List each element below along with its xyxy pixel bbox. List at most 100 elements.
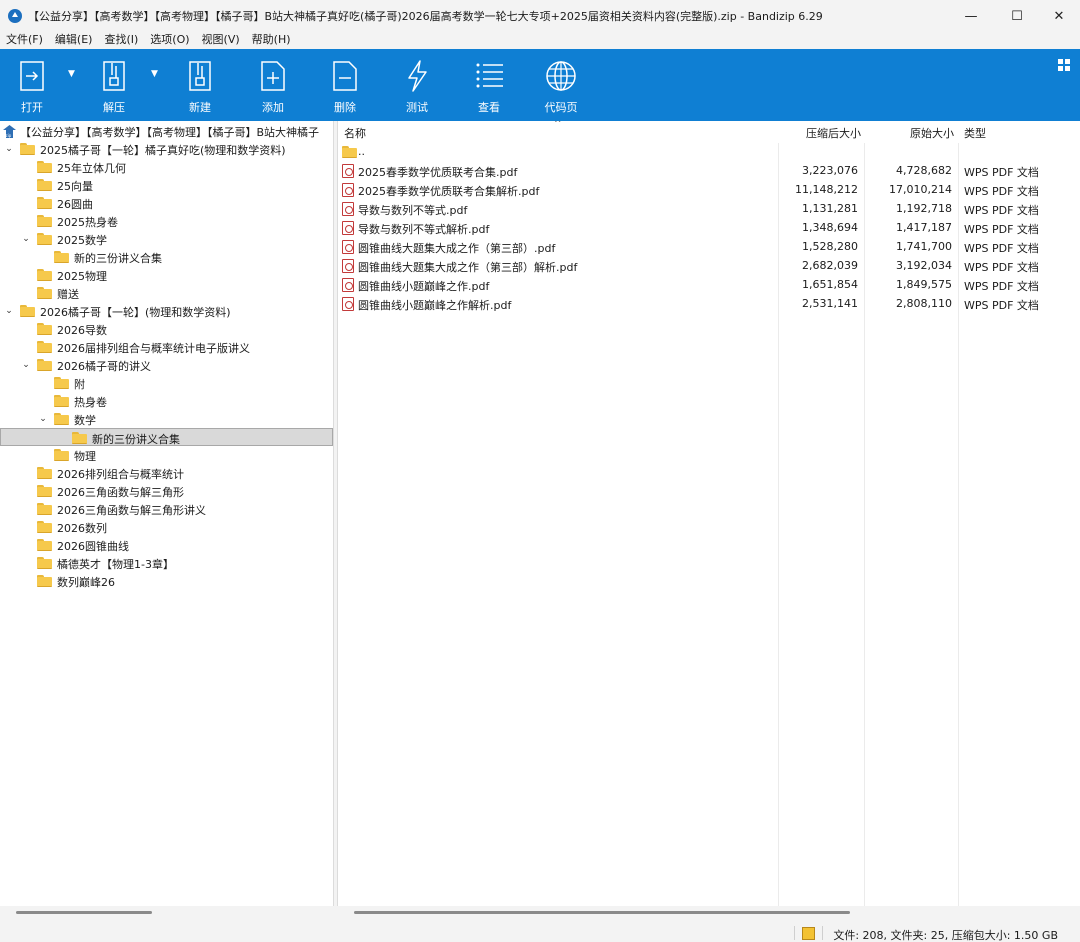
tree-item-label: 2026三角函数与解三角形讲义 [57,504,206,517]
file-row[interactable]: 2025春季数学优质联考合集.pdf 3,223,076 4,728,682 WPS … [338,162,1080,181]
tree-item-label: 2025热身卷 [57,216,118,229]
chevron-down-icon[interactable]: ⌄ [38,414,48,424]
layout-grid-icon[interactable] [1058,59,1070,71]
menu-view[interactable]: 视图(V) [196,31,246,47]
menu-find[interactable]: 查找(I) [98,31,144,47]
globe-icon [546,61,576,91]
extract-icon [103,61,125,91]
tree-item[interactable]: ⌄ 数学 [0,410,333,428]
tree-item-label: 2026橘子哥【一轮】(物理和数学资料) [40,306,231,319]
file-row[interactable]: 圆锥曲线大题集大成之作（第三部）解析.pdf 2,682,039 3,192,034… [338,257,1080,276]
tree-item[interactable]: 数列巅峰26 [0,572,333,590]
menu-file[interactable]: 文件(F) [0,31,49,47]
bandizip-app-icon [8,9,22,23]
tree-item[interactable]: 橘德英才【物理1-3章】 [0,554,333,572]
add-button[interactable]: 添加 [243,49,303,121]
codepage-button[interactable]: 代码页 [531,49,591,121]
tree-item[interactable]: 赠送 [0,284,333,302]
tree-item[interactable]: 2026导数 [0,320,333,338]
column-packed-size[interactable]: 压缩后大小 [806,125,861,141]
tree-item[interactable]: ⌄ 2026橘子哥的讲义 [0,356,333,374]
file-row[interactable]: 圆锥曲线小题巅峰之作.pdf 1,651,854 1,849,575 WPS PDF … [338,276,1080,295]
open-dropdown-icon[interactable]: ▼ [68,69,75,79]
file-packed-size: 1,131,281 [802,202,858,215]
file-type: WPS PDF 文档 [964,223,1039,236]
file-row[interactable]: 导数与数列不等式解析.pdf 1,348,694 1,417,187 WPS PDF … [338,219,1080,238]
open-button[interactable]: 打开 [2,49,62,121]
title-bar: 【公益分享】【高考数学】【高考物理】【橘子哥】B站大神橘子真好吃(橘子哥)202… [0,0,1080,32]
list-horizontal-scrollbar[interactable] [338,906,1080,924]
tree-horizontal-scrollbar[interactable] [0,906,333,924]
chevron-down-icon[interactable]: ⌄ [4,306,14,316]
extract-dropdown-icon[interactable]: ▼ [151,69,158,79]
chevron-down-icon[interactable]: ⌄ [21,360,31,370]
file-row[interactable]: 圆锥曲线大题集大成之作（第三部）.pdf 1,528,280 1,741,700 WP… [338,238,1080,257]
tree-item[interactable]: 25向量 [0,176,333,194]
file-type: WPS PDF 文档 [964,166,1039,179]
view-label: 查看 [478,101,500,114]
tree-item[interactable]: 2025物理 [0,266,333,284]
new-button[interactable]: 新建 [170,49,230,121]
column-name[interactable]: 名称 [344,125,366,141]
tree-item-label: 2026排列组合与概率统计 [57,468,184,481]
folder-icon [37,575,52,587]
file-type: WPS PDF 文档 [964,261,1039,274]
tree-item-label: 26圆曲 [57,198,93,211]
tree-item-label: 2026圆锥曲线 [57,540,129,553]
column-original-size[interactable]: 原始大小 [910,125,954,141]
file-row[interactable]: 圆锥曲线小题巅峰之作解析.pdf 2,531,141 2,808,110 WPS PD… [338,295,1080,314]
tree-item[interactable]: ⌄ 2025数学 [0,230,333,248]
tree-item[interactable]: 25年立体几何 [0,158,333,176]
column-type[interactable]: 类型 [964,125,986,141]
folder-icon [54,449,69,461]
tree-item[interactable]: 2026届排列组合与概率统计电子版讲义 [0,338,333,356]
tree-item[interactable]: 2026圆锥曲线 [0,536,333,554]
lightning-icon [408,60,427,92]
tree-item[interactable]: 新的三份讲义合集 [0,428,333,446]
tree-item-label: 2026届排列组合与概率统计电子版讲义 [57,342,250,355]
tree-item-label: 2026橘子哥的讲义 [57,360,151,373]
tree-item[interactable]: ⌄ 2026橘子哥【一轮】(物理和数学资料) [0,302,333,320]
view-button[interactable]: 查看 [459,49,519,121]
test-button[interactable]: 测试 [387,49,447,121]
svg-text:zip: zip [6,133,12,138]
folder-icon [54,413,69,425]
tree-item-label: 数列巅峰26 [57,576,115,589]
tree-item[interactable]: 物理 [0,446,333,464]
delete-button[interactable]: 删除 [315,49,375,121]
pdf-file-icon [342,240,354,254]
maximize-button[interactable]: ☐ [994,0,1040,32]
tree-item[interactable]: 2025热身卷 [0,212,333,230]
menu-edit[interactable]: 编辑(E) [49,31,99,47]
chevron-down-icon[interactable]: ⌄ [21,234,31,244]
extract-button[interactable]: 解压 [84,49,144,121]
tree-item[interactable]: 新的三份讲义合集 [0,248,333,266]
tree-item[interactable]: 26圆曲 [0,194,333,212]
list-scroll-thumb[interactable] [354,911,850,914]
tree-item[interactable]: ⌄ 2025橘子哥【一轮】橘子真好吃(物理和数学资料) [0,140,333,158]
chevron-down-icon[interactable]: ⌄ [4,144,14,154]
tree-item[interactable]: 附 [0,374,333,392]
tree-item-label: 赠送 [57,288,79,301]
tree-item[interactable]: 2026数列 [0,518,333,536]
tree-item[interactable]: 热身卷 [0,392,333,410]
tree-item[interactable]: 2026三角函数与解三角形讲义 [0,500,333,518]
tree-item-label: 热身卷 [74,396,107,409]
file-packed-size: 2,531,141 [802,297,858,310]
tree-scroll-thumb[interactable] [16,911,152,914]
file-row[interactable]: 导数与数列不等式.pdf 1,131,281 1,192,718 WPS PDF 文档 [338,200,1080,219]
close-button[interactable]: ✕ [1036,0,1080,32]
tree-item[interactable]: 2026排列组合与概率统计 [0,464,333,482]
menu-options[interactable]: 选项(O) [144,31,195,47]
file-row[interactable]: 2025春季数学优质联考合集解析.pdf 11,148,212 17,010,214… [338,181,1080,200]
folder-icon [37,485,52,497]
tree-item[interactable]: 2026三角函数与解三角形 [0,482,333,500]
status-bar: 文件: 208, 文件夹: 25, 压缩包大小: 1.50 GB [0,924,1080,942]
folder-icon [37,323,52,335]
tree-root[interactable]: zip 【公益分享】【高考数学】【高考物理】【橘子哥】B站大神橘子 [0,122,333,140]
parent-folder-row[interactable]: .. [338,143,1080,162]
file-type: WPS PDF 文档 [964,280,1039,293]
minimize-button[interactable]: — [948,0,994,32]
menu-help[interactable]: 帮助(H) [246,31,297,47]
window-title: 【公益分享】【高考数学】【高考物理】【橘子哥】B站大神橘子真好吃(橘子哥)202… [28,10,823,23]
